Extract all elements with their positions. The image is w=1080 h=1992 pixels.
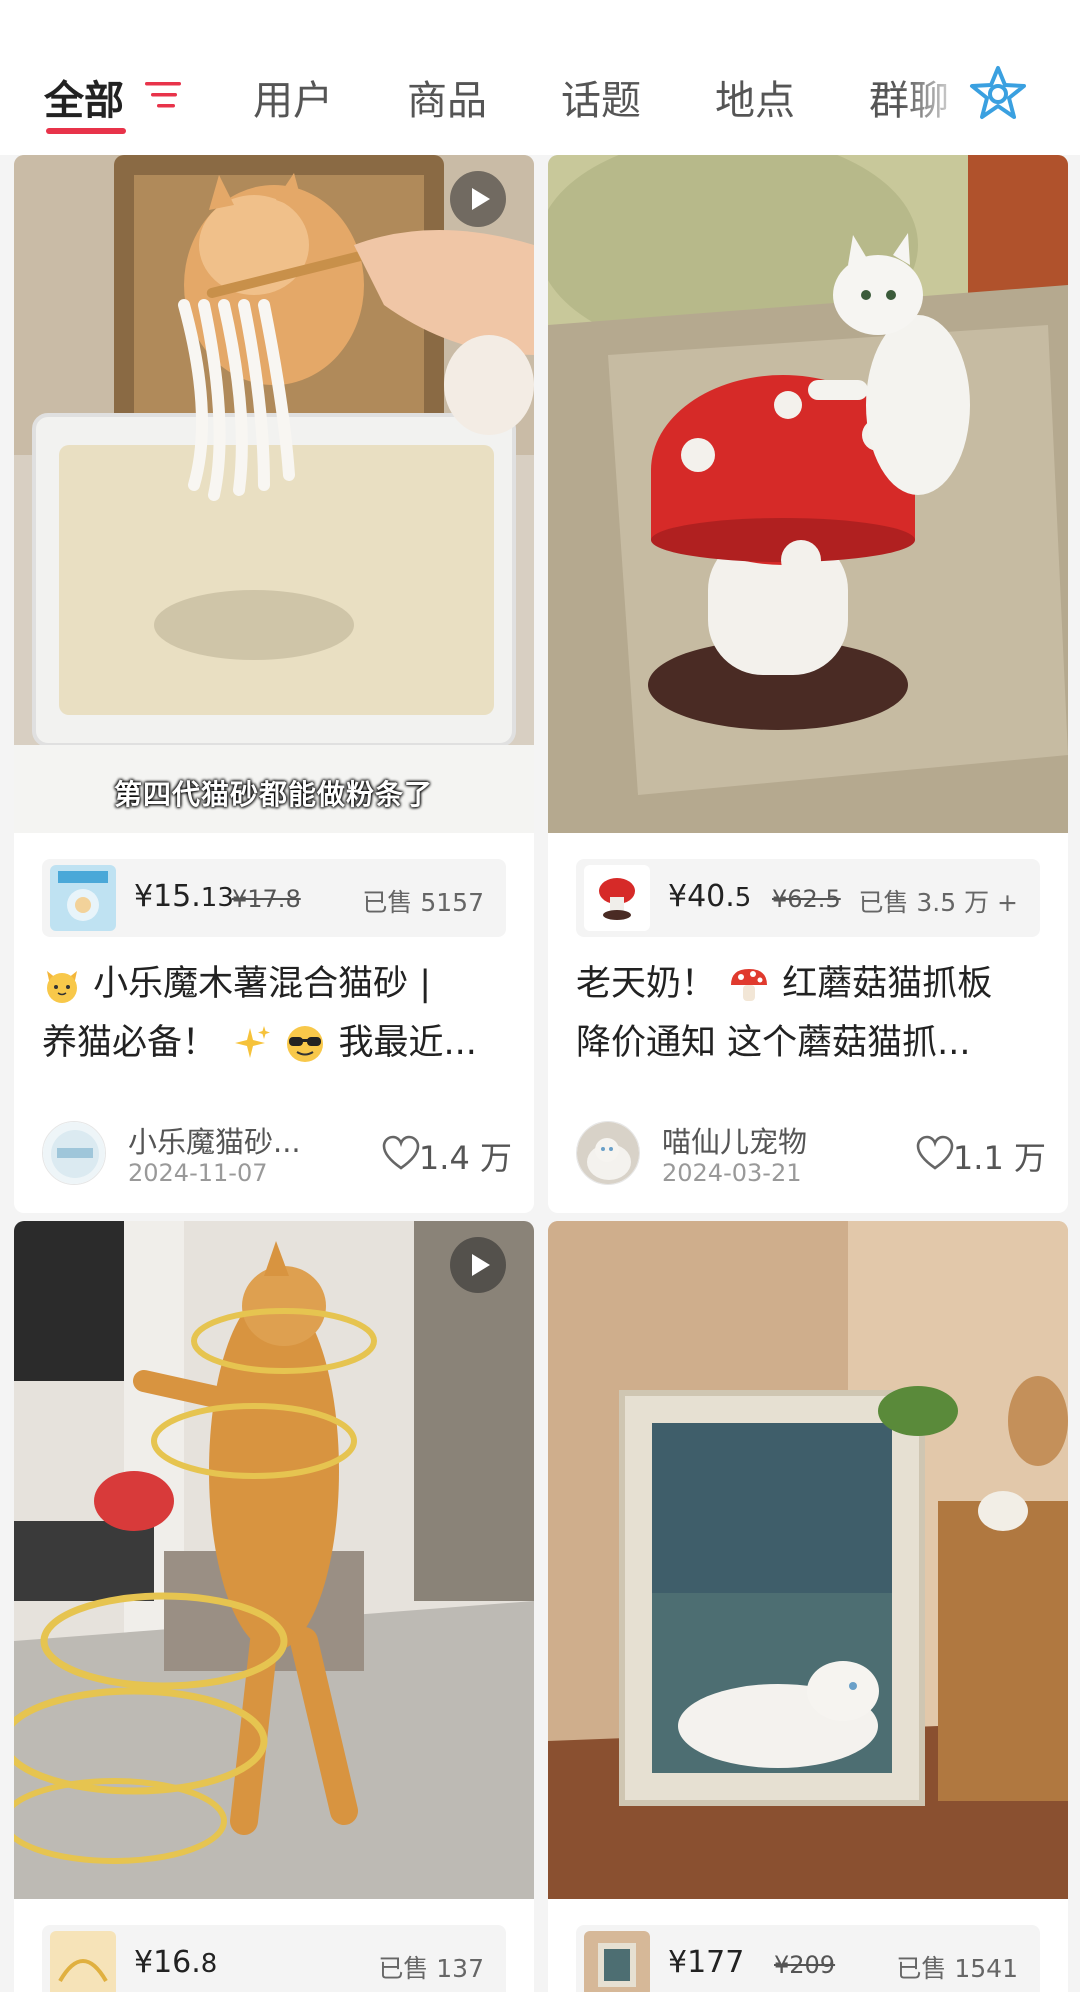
search-results-feed: 第四代猫砂都能做粉条了 ¥15.13 ¥17.8 已售 5157 小乐魔木薯混合… [0, 155, 1080, 1992]
cat-litter-photo [14, 155, 534, 833]
author-name: 喵仙儿宠物 [662, 1125, 808, 1159]
product-thumbnail [584, 865, 650, 931]
tabs-fade-overlay [900, 60, 970, 130]
tab-places[interactable]: 地点 [715, 68, 795, 126]
note-cover-image[interactable] [548, 1221, 1068, 1899]
sparkles-emoji-icon [235, 1026, 271, 1058]
product-chip[interactable]: ¥40.5 ¥62.5 已售 3.5 万 + [576, 859, 1040, 937]
like-button[interactable]: 1.4 万 [362, 1133, 512, 1177]
like-count: 1.4 万 [418, 1139, 512, 1177]
note-card[interactable]: ¥40.5 ¥62.5 已售 3.5 万 + 老天奶！ 红蘑菇猫抓板 降价通知 … [548, 155, 1068, 1213]
product-thumbnail [50, 1931, 116, 1992]
avatar[interactable] [576, 1121, 640, 1185]
note-cover-image[interactable] [14, 1221, 534, 1899]
note-title[interactable]: 老天奶！ 红蘑菇猫抓板 降价通知 这个蘑菇猫抓... [576, 955, 1051, 1073]
post-date: 2024-11-07 [128, 1159, 268, 1187]
tab-topics[interactable]: 话题 [561, 68, 641, 126]
play-icon[interactable] [450, 171, 506, 227]
note-cover-image[interactable]: 第四代猫砂都能做粉条了 [14, 155, 534, 833]
note-card[interactable]: ¥16.8 已售 137 [14, 1221, 534, 1992]
product-price: ¥15.13 [134, 879, 234, 914]
product-original-price: ¥17.8 [232, 885, 301, 913]
cat-face-emoji-icon [47, 971, 77, 1003]
play-icon[interactable] [450, 1237, 506, 1293]
product-chip[interactable]: ¥16.8 已售 137 [42, 1925, 506, 1992]
post-date: 2024-03-21 [662, 1159, 802, 1187]
product-original-price: ¥62.5 [772, 885, 841, 913]
product-chip[interactable]: ¥177 ¥209 已售 1541 [576, 1925, 1040, 1992]
video-caption: 第四代猫砂都能做粉条了 [114, 778, 434, 811]
search-result-tabs: 全部 用户 商品 话题 地点 群聊 [0, 0, 1080, 155]
sunglasses-emoji-icon [287, 1026, 324, 1062]
heart-icon [916, 1135, 954, 1170]
product-sold-count: 已售 1541 [896, 1954, 1018, 1983]
mushroom-emoji-icon [731, 969, 768, 1001]
star-icon[interactable] [968, 64, 1028, 124]
note-cover-image[interactable] [548, 155, 1068, 833]
product-thumbnail [584, 1931, 650, 1992]
tab-users[interactable]: 用户 [253, 68, 333, 126]
like-count: 1.1 万 [952, 1139, 1046, 1177]
heart-icon [382, 1135, 420, 1170]
note-title[interactable]: 小乐魔木薯混合猫砂 | 养猫必备！ 我最近... [42, 955, 517, 1073]
author-name: 小乐魔猫砂... [128, 1125, 301, 1159]
note-card[interactable]: 第四代猫砂都能做粉条了 ¥15.13 ¥17.8 已售 5157 小乐魔木薯混合… [14, 155, 534, 1213]
note-card[interactable]: ¥177 ¥209 已售 1541 [548, 1221, 1068, 1992]
filter-icon[interactable] [145, 80, 181, 110]
active-tab-indicator [46, 128, 126, 134]
note-author[interactable]: 小乐魔猫砂... 2024-11-07 1.4 万 [42, 1113, 512, 1193]
product-sold-count: 已售 3.5 万 + [858, 888, 1018, 917]
cat-with-ribbon-photo [14, 1221, 534, 1899]
mushroom-scratcher-photo [548, 155, 1068, 833]
product-chip[interactable]: ¥15.13 ¥17.8 已售 5157 [42, 859, 506, 937]
framed-cat-bed-photo [548, 1221, 1068, 1899]
product-price: ¥177 [668, 1945, 745, 1980]
note-author[interactable]: 喵仙儿宠物 2024-03-21 1.1 万 [576, 1113, 1046, 1193]
avatar[interactable] [42, 1121, 106, 1185]
tab-products[interactable]: 商品 [407, 68, 487, 126]
product-price: ¥40.5 [668, 879, 752, 914]
tab-all[interactable]: 全部 [44, 68, 124, 126]
product-sold-count: 已售 5157 [362, 888, 484, 917]
product-sold-count: 已售 137 [378, 1954, 484, 1983]
product-thumbnail [50, 865, 116, 931]
product-price: ¥16.8 [134, 1945, 218, 1980]
product-original-price: ¥209 [774, 1951, 836, 1979]
like-button[interactable]: 1.1 万 [896, 1133, 1046, 1177]
